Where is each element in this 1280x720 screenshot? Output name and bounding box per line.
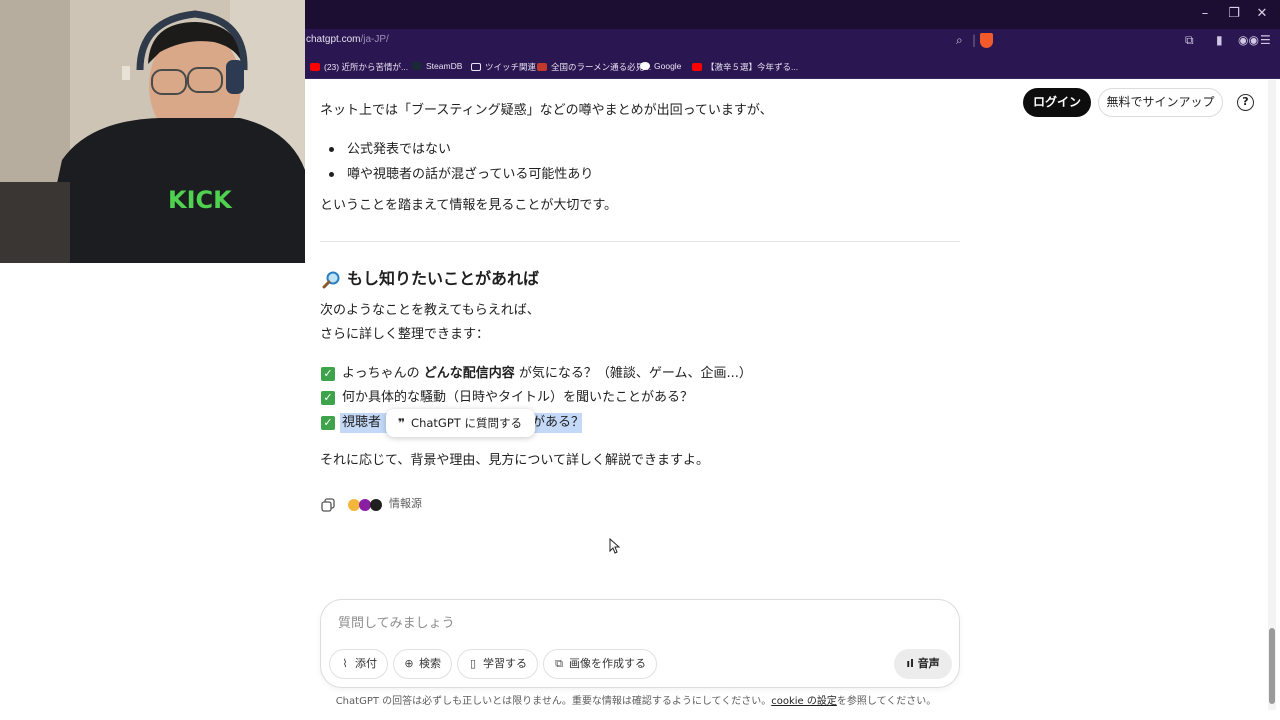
quote-icon: ❞ [398,416,406,430]
menu-icon[interactable]: ☰ [1260,33,1271,47]
webcam-overlay: KICK [0,0,305,263]
bookmark-item[interactable]: 【激辛５選】今年ずる... [692,61,798,73]
book-icon: ▯ [469,657,477,670]
zoom-icon[interactable]: ⌕ [956,33,963,48]
message-paragraph: さらに詳しく整理できます： [320,327,490,342]
image-icon: ⧉ [555,657,563,670]
check-item-end: がある？ [532,415,585,430]
search-button[interactable]: ⊕ 検索 [393,649,452,679]
divider-icon: | [972,33,977,47]
youtube-icon [310,63,320,71]
message-paragraph: 次のようなことを教えてもらえれば、 [320,303,540,318]
attach-button[interactable]: ⌇ 添付 [329,649,388,679]
globe-icon: ⊕ [404,657,414,670]
webcam-person-image: KICK [0,0,305,263]
list-item: 公式発表ではない [347,142,452,157]
ask-chatgpt-popup[interactable]: ❞ ChatGPT に質問する [386,409,535,437]
source-avatars[interactable] [347,497,387,511]
steam-icon [412,62,422,70]
bookmark-item[interactable]: SteamDB [412,61,462,71]
bullet-dot [329,147,334,152]
folder-icon [471,63,481,71]
study-button[interactable]: ▯ 学習する [457,649,538,679]
svg-text:KICK: KICK [168,186,233,214]
prompt-input[interactable]: 質問してみましょう [338,615,455,633]
glasses-icon[interactable]: ◉◉ [1238,33,1259,47]
disclaimer-footer: ChatGPT の回答は必ずしも正しいとは限りません。重要な情報は確認するように… [335,696,937,707]
youtube-icon [692,63,702,71]
bookmark-item[interactable]: (23) 近所から苦情が... [310,61,408,73]
copy-icon[interactable] [321,497,335,516]
voice-button[interactable]: ıl 音声 [894,649,952,679]
restore-icon[interactable]: ❐ [1222,6,1246,22]
close-icon[interactable]: ✕ [1250,6,1274,22]
minimize-icon[interactable]: – [1193,6,1217,22]
bookmark-item[interactable]: ツイッチ関連 [471,61,536,73]
check-item: よっちゃんの どんな配信内容 が気になる？（雑談、ゲーム、企画...） [342,366,752,381]
bookmark-item[interactable]: Google [640,61,681,71]
address-bar[interactable]: chatgpt.com/ja-JP/ [306,34,389,45]
help-button[interactable]: ? [1237,94,1254,111]
cookie-settings-link[interactable]: cookie の設定 [771,696,837,707]
section-heading: もし知りたいことがあれば [347,269,540,288]
create-image-button[interactable]: ⧉ 画像を作成する [543,649,657,679]
bookmark-item[interactable]: 全国のラーメン通る必見... [537,61,651,73]
message-paragraph: それに応じて、背景や理由、見方について詳しく解説できますよ。 [320,453,709,468]
tab-search-icon[interactable]: ⧉ [1185,33,1194,48]
scrollbar-thumb[interactable] [1269,628,1275,704]
waveform-icon: ıl [906,657,918,670]
scrollbar-track[interactable] [1268,80,1276,710]
mouse-cursor-icon [609,537,621,558]
check-item: 何か具体的な騒動（日時やタイトル）を聞いたことがある？ [342,390,694,405]
check-item-start: 視聴者 [342,415,382,430]
signup-button[interactable]: 無料でサインアップ [1098,88,1223,117]
checkmark-icon: ✓ [321,416,335,430]
bullet-dot [329,172,334,177]
sources-link[interactable]: 情報源 [389,497,422,511]
checkmark-icon: ✓ [321,391,335,405]
site-icon [537,63,547,71]
message-paragraph: ということを踏まえて情報を見ることが大切です。 [320,198,618,213]
magnifier-emoji-icon [322,271,342,293]
brave-shield-icon[interactable] [980,33,993,48]
sidebar-icon[interactable]: ▮ [1216,33,1223,47]
checkmark-icon: ✓ [321,367,335,381]
paperclip-icon: ⌇ [342,657,348,670]
google-icon [640,62,650,70]
divider [320,241,960,242]
message-paragraph: ネット上では「ブースティング疑惑」などの噂やまとめが出回っていますが、 [320,103,773,118]
list-item: 噂や視聴者の話が混ざっている可能性あり [347,167,594,182]
login-button[interactable]: ログイン [1023,88,1091,117]
